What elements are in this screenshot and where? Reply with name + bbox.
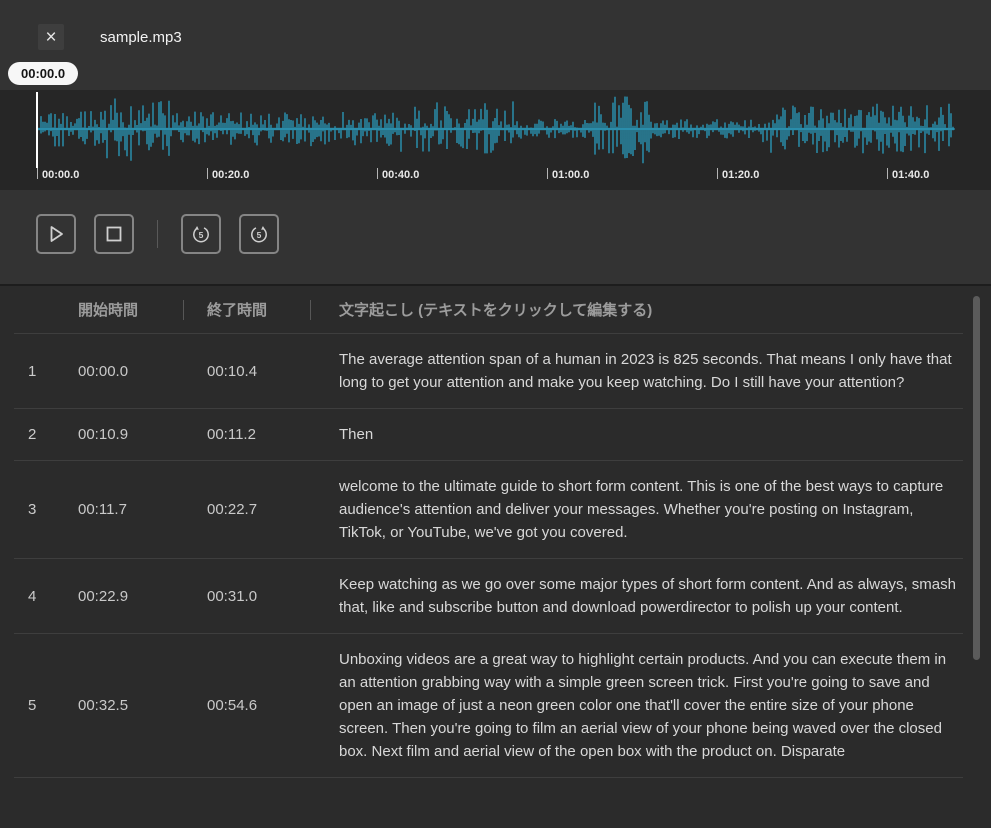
row-start-time: 00:11.7 xyxy=(78,501,127,518)
row-transcript-text[interactable]: Keep watching as we go over some major t… xyxy=(310,559,963,633)
scrollbar-thumb[interactable] xyxy=(973,296,980,660)
table-header: 開始時間 終了時間 文字起こし (テキストをクリックして編集する) xyxy=(14,286,963,334)
playhead[interactable] xyxy=(36,92,38,168)
forward-seconds-label: 5 xyxy=(257,230,262,240)
forward-5s-icon: 5 xyxy=(251,226,267,243)
timeline-tick-label: 00:40.0 xyxy=(382,169,420,181)
rewind-5s-button[interactable]: 5 xyxy=(181,214,221,254)
timeline-tick-label: 01:20.0 xyxy=(722,169,760,181)
column-transcript: 文字起こし (テキストをクリックして編集する) xyxy=(339,302,653,319)
stop-button[interactable] xyxy=(94,214,134,254)
timeline-tick-label: 01:00.0 xyxy=(552,169,590,181)
timeline-tick xyxy=(37,168,38,179)
transcript-row: 5 00:32.5 00:54.6 Unboxing videos are a … xyxy=(14,634,963,778)
playhead-time-tooltip: 00:00.0 xyxy=(8,62,79,85)
rewind-seconds-label: 5 xyxy=(199,230,204,240)
row-index: 1 xyxy=(28,362,37,380)
playback-controls: 5 5 xyxy=(36,214,279,254)
timeline-tick xyxy=(547,168,548,179)
forward-5s-button[interactable]: 5 xyxy=(239,214,279,254)
waveform[interactable] xyxy=(36,90,955,168)
row-start-time: 00:00.0 xyxy=(78,362,129,380)
row-index: 2 xyxy=(28,426,37,443)
timeline-tick-label: 00:20.0 xyxy=(212,169,250,181)
row-start-time: 00:22.9 xyxy=(78,587,129,605)
timeline-tick xyxy=(377,168,378,179)
table-scrollbar[interactable] xyxy=(973,294,980,820)
row-index: 5 xyxy=(28,697,37,714)
transcript-section: 開始時間 終了時間 文字起こし (テキストをクリックして編集する) 1 00:0… xyxy=(0,284,991,828)
timeline-tick xyxy=(887,168,888,179)
timeline-tick xyxy=(207,168,208,179)
timeline-tick-label: 01:40.0 xyxy=(892,169,930,181)
row-start-time: 00:32.5 xyxy=(78,697,129,714)
timeline-ruler[interactable]: 00:00.0 00:20.0 00:40.0 01:00.0 01:20.0 01:40… xyxy=(0,168,991,190)
row-index: 3 xyxy=(28,501,37,518)
header-separator xyxy=(183,300,184,320)
controls-divider xyxy=(157,220,158,248)
transcript-row: 2 00:10.9 00:11.2 Then xyxy=(14,409,963,461)
row-end-time: 00:22.7 xyxy=(207,501,258,518)
titlebar: × sample.mp3 xyxy=(38,24,182,50)
table-body: 1 00:00.0 00:10.4 The average attention … xyxy=(0,334,991,778)
rewind-5s-icon: 5 xyxy=(193,226,209,243)
row-end-time: 00:10.4 xyxy=(207,362,258,380)
close-icon: × xyxy=(45,26,57,48)
column-start-time: 開始時間 xyxy=(78,302,139,319)
waveform-panel[interactable]: 00:00.0 00:20.0 00:40.0 01:00.0 01:20.0 01:40… xyxy=(0,90,991,190)
row-index: 4 xyxy=(28,587,37,605)
stop-icon xyxy=(106,226,122,242)
timeline-tick xyxy=(717,168,718,179)
transcript-row: 3 00:11.7 00:22.7 welcome to the ultimat… xyxy=(14,461,963,559)
close-button[interactable]: × xyxy=(38,24,64,50)
row-end-time: 00:31.0 xyxy=(207,587,258,605)
row-transcript-text[interactable]: welcome to the ultimate guide to short f… xyxy=(310,461,963,558)
row-transcript-text[interactable]: Unboxing videos are a great way to highl… xyxy=(310,634,963,777)
transcript-row: 4 00:22.9 00:31.0 Keep watching as we go… xyxy=(14,559,963,634)
transcription-window: × sample.mp3 00:00.0 00:00.0 00:20.0 00:40… xyxy=(0,0,991,828)
transcript-row: 1 00:00.0 00:10.4 The average attention … xyxy=(14,334,963,409)
header-separator xyxy=(310,300,311,320)
filename-label: sample.mp3 xyxy=(100,28,182,46)
waveform-path xyxy=(36,96,954,164)
play-button[interactable] xyxy=(36,214,76,254)
row-transcript-text[interactable]: Then xyxy=(310,409,963,460)
row-start-time: 00:10.9 xyxy=(78,426,129,443)
play-icon xyxy=(50,226,63,242)
timeline-tick-label: 00:00.0 xyxy=(42,169,80,181)
row-end-time: 00:54.6 xyxy=(207,697,258,714)
row-end-time: 00:11.2 xyxy=(207,426,256,443)
row-transcript-text[interactable]: The average attention span of a human in… xyxy=(310,334,963,408)
column-end-time: 終了時間 xyxy=(207,302,268,319)
